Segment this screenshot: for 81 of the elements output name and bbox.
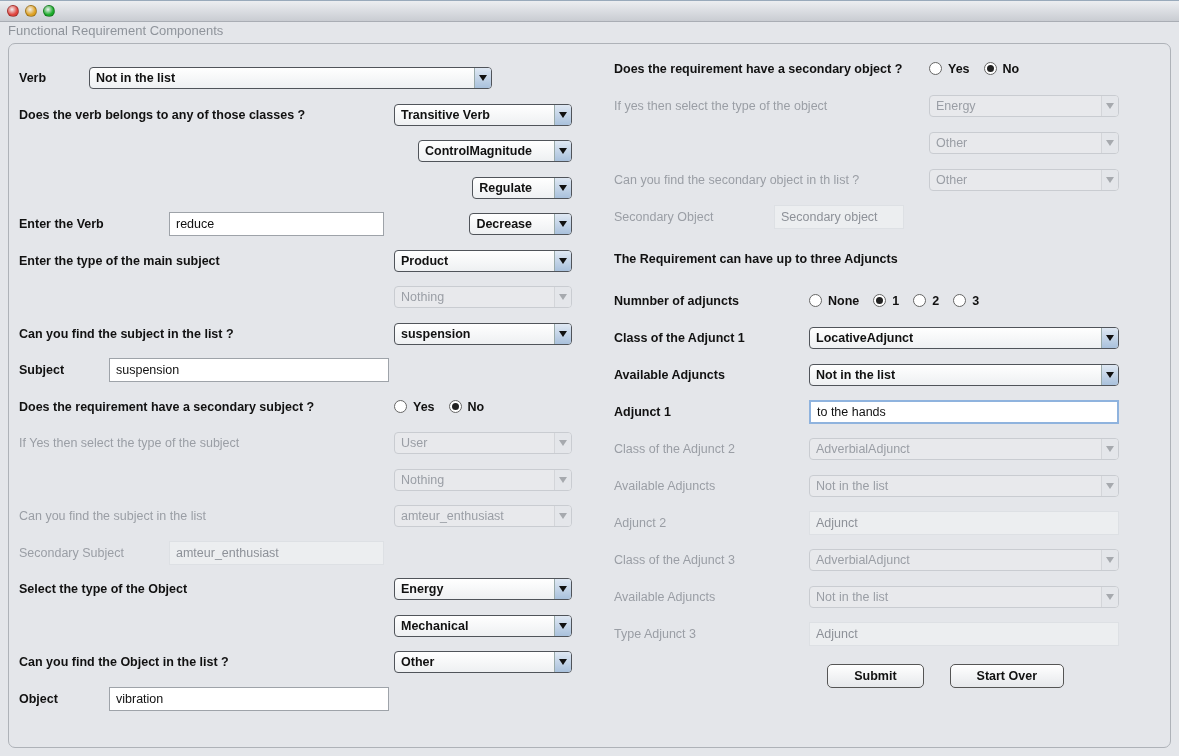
caret-icon [1106,556,1114,563]
caret-icon [559,622,567,629]
field-label: Enter the Verb [19,217,105,232]
field-label: Verb [19,71,48,86]
dropdown[interactable]: Decrease [469,213,572,236]
minimize-icon[interactable] [25,5,37,17]
text-field[interactable]: reduce [169,212,384,237]
caret-icon [559,440,567,447]
window-title: Functional Requirement Components [7,22,225,40]
caret-icon [1106,102,1114,109]
caret-icon [1106,334,1114,341]
radio-option[interactable]: No [448,399,485,414]
field-label: Class of the Adjunct 2 [614,441,736,456]
form-button[interactable]: Start Over [949,664,1064,688]
field-label: Does the verb belongs to any of those classes ? [19,107,307,122]
caret-icon [479,75,487,82]
field-label: Object [19,691,59,706]
caret-icon [559,111,567,118]
caret-icon [559,148,567,155]
field-label: Select the type of the Object [19,582,189,597]
section-heading: The Requirement can have up to three Adjuncts [614,251,898,266]
field-label: Available Adjuncts [614,367,726,382]
dropdown[interactable]: Mechanical [394,614,572,637]
caret-icon [559,257,567,264]
dropdown[interactable]: Energy [394,578,572,601]
caret-icon [559,330,567,337]
dropdown[interactable]: Regulate [472,176,572,199]
caret-icon [559,184,567,191]
caret-icon [1106,176,1114,183]
caret-icon [1106,139,1114,146]
field-label: Type Adjunct 3 [614,626,697,641]
zoom-icon[interactable] [43,5,55,17]
question-label: Numnber of adjuncts [614,293,740,308]
caret-icon [559,513,567,520]
field-label: Available Adjuncts [614,478,717,493]
question-label: Does the requirement have a secondary object ? [614,61,904,76]
dropdown[interactable]: LocativeAdjunct [809,326,1119,349]
field-label: Can you find the Object in the list ? [19,655,230,670]
field-label: If yes then select the type of the object [614,98,829,113]
caret-icon [1106,482,1114,489]
dropdown[interactable]: Other [394,651,572,674]
dropdown[interactable]: Product [394,249,572,272]
field-label: Can you find the subject in the list [19,509,207,524]
field-label: Enter the type of the main subject [19,253,221,268]
radio-option[interactable]: 2 [913,293,940,308]
text-field[interactable]: vibration [109,686,389,711]
caret-icon [559,294,567,301]
caret-icon [559,476,567,483]
field-label: Secondary Subject [19,545,125,560]
question-label: Does the requirement have a secondary subject ? [19,399,316,414]
field-label: If Yes then select the type of the subject [19,436,241,451]
dropdown[interactable]: ControlMagnitude [418,140,572,163]
text-field[interactable]: to the hands [809,399,1119,424]
radio-option[interactable]: Yes [929,61,970,76]
radio-option[interactable]: No [983,61,1020,76]
caret-icon [1106,593,1114,600]
field-label: Subject [19,363,66,378]
form-button[interactable]: Submit [827,664,924,688]
caret-icon [559,586,567,593]
radio-option[interactable]: None [809,293,860,308]
caret-icon [559,659,567,666]
field-label: Secondary Object [614,209,715,224]
radio-option[interactable]: 1 [873,293,900,308]
field-label: Adjunct 1 [614,404,672,419]
field-label: Can you find the secondary object in th list ? [614,172,861,187]
caret-icon [1106,445,1114,452]
field-label: Class of the Adjunct 1 [614,330,746,345]
close-icon[interactable] [7,5,19,17]
field-label: Can you find the subject in the list ? [19,326,235,341]
dropdown[interactable]: Not in the list [809,363,1119,386]
field-label: Adjunct 2 [614,515,668,530]
field-label: Class of the Adjunct 3 [614,552,736,567]
caret-icon [559,221,567,228]
dropdown[interactable]: Transitive Verb [394,103,572,126]
text-field[interactable]: suspension [109,358,389,383]
caret-icon [1106,371,1114,378]
dropdown[interactable]: Not in the list [89,67,492,90]
radio-option[interactable]: Yes [394,399,435,414]
field-label: Available Adjuncts [614,589,717,604]
radio-option[interactable]: 3 [953,293,980,308]
dropdown[interactable]: suspension [394,322,572,345]
